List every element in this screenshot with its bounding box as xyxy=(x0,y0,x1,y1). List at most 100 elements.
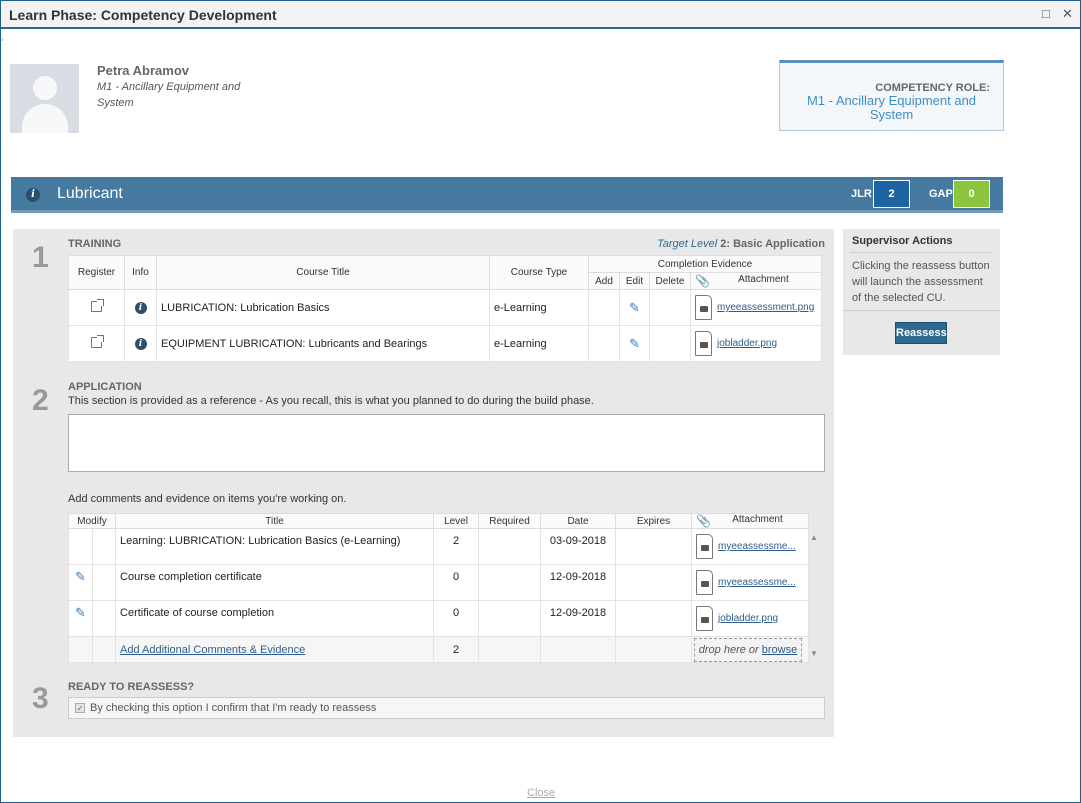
col-info: Info xyxy=(124,255,157,290)
table-row: i EQUIPMENT LUBRICATION: Lubricants and … xyxy=(68,325,822,362)
info-icon[interactable]: i xyxy=(134,302,147,314)
ready-checkbox-row: ✓ By checking this option I confirm that… xyxy=(68,697,825,719)
evidence-date: 12-09-2018 xyxy=(540,600,617,637)
file-drop-zone[interactable]: drop here or browse xyxy=(694,637,803,662)
target-level: Target Level 2: Basic Application xyxy=(657,238,825,250)
attachment-link[interactable]: jobladder.png xyxy=(718,613,778,624)
evidence-level: 0 xyxy=(433,600,480,637)
divider xyxy=(843,310,1000,311)
external-link-icon[interactable] xyxy=(91,298,104,312)
empty-cell xyxy=(615,636,693,663)
table-row: Learning: LUBRICATION: Lubrication Basic… xyxy=(68,528,810,565)
dialog-window: Learn Phase: Competency Development □ ✕ … xyxy=(0,0,1081,803)
evidence-required xyxy=(478,600,542,637)
attachment-link[interactable]: myeeassessment.png xyxy=(717,302,814,313)
external-link-icon[interactable] xyxy=(91,334,104,348)
add-cell xyxy=(588,325,620,362)
pencil-icon[interactable]: ✎ xyxy=(629,336,640,351)
attachment-link[interactable]: myeeassessme... xyxy=(718,577,796,588)
col-expires: Expires xyxy=(615,513,693,529)
attachment-cell: myeeassessment.png xyxy=(690,289,822,326)
scroll-up-arrow-icon[interactable]: ▲ xyxy=(808,533,820,542)
attachment-cell: myeeassessme... xyxy=(691,564,810,601)
comments-note: Add comments and evidence on items you'r… xyxy=(68,493,347,505)
course-title: EQUIPMENT LUBRICATION: Lubricants and Be… xyxy=(156,325,490,362)
supervisor-actions-title: Supervisor Actions xyxy=(852,235,953,247)
application-plan-textarea[interactable] xyxy=(68,414,825,472)
pencil-icon[interactable]: ✎ xyxy=(75,569,86,584)
modify-cell xyxy=(68,636,93,663)
evidence-level: 0 xyxy=(433,564,480,601)
col-register: Register xyxy=(68,255,125,290)
course-title: LUBRICATION: Lubrication Basics xyxy=(156,289,490,326)
jlr-label: JLR xyxy=(851,188,872,200)
file-image-icon xyxy=(695,295,712,320)
pencil-icon[interactable]: ✎ xyxy=(629,300,640,315)
paperclip-icon: 📎 xyxy=(696,514,711,528)
delete-cell xyxy=(649,289,691,326)
edge-marker: ◦ xyxy=(1,35,4,44)
supervisor-actions-text: Clicking the reassess button will launch… xyxy=(852,260,990,304)
evidence-expires xyxy=(615,528,693,565)
ready-checkbox[interactable]: ✓ xyxy=(75,703,85,713)
evidence-title: Course completion certificate xyxy=(115,564,435,601)
file-image-icon xyxy=(696,606,714,631)
col-modify: Modify xyxy=(67,513,117,529)
modify-cell xyxy=(91,636,117,663)
step-1-number: 1 xyxy=(32,241,49,274)
cu-header-bar: i Lubricant JLR 2 GAP 0 xyxy=(11,177,1003,213)
table-row: ✎ Course completion certificate 0 12-09-… xyxy=(68,564,810,601)
col-delete: Delete xyxy=(649,272,691,290)
close-link[interactable]: Close xyxy=(527,787,555,799)
info-icon[interactable]: i xyxy=(134,338,147,350)
user-name: Petra Abramov xyxy=(97,63,189,78)
browse-link[interactable]: browse xyxy=(762,644,797,656)
empty-cell xyxy=(478,636,542,663)
add-comments-evidence-link[interactable]: Add Additional Comments & Evidence xyxy=(120,644,305,656)
evidence-expires xyxy=(615,600,693,637)
scroll-down-arrow-icon[interactable]: ▼ xyxy=(808,649,820,658)
pencil-icon[interactable]: ✎ xyxy=(75,605,86,620)
cu-title: Lubricant xyxy=(57,185,123,202)
window-title: Learn Phase: Competency Development xyxy=(9,7,277,23)
attachment-cell: jobladder.png xyxy=(690,325,822,362)
attachment-link[interactable]: jobladder.png xyxy=(717,338,777,349)
course-type: e-Learning xyxy=(489,289,589,326)
training-heading: TRAINING xyxy=(68,238,122,250)
col-completion-evidence: Completion Evidence xyxy=(588,255,822,273)
target-level-label: Target Level xyxy=(657,238,718,250)
paperclip-icon: 📎 xyxy=(695,274,710,288)
attachment-link[interactable]: myeeassessme... xyxy=(718,541,796,552)
evidence-table: Modify Title Level Required Date Expires… xyxy=(67,513,810,663)
evidence-required xyxy=(478,564,542,601)
competency-role-value: M1 - Ancillary Equipment and System xyxy=(806,93,977,122)
main-panel: 1 TRAINING Target Level 2: Basic Applica… xyxy=(13,229,834,737)
modify-cell xyxy=(91,564,117,601)
avatar-body xyxy=(22,104,68,133)
modify-cell xyxy=(91,600,117,637)
table-row: ✎ Certificate of course completion 0 12-… xyxy=(68,600,810,637)
target-level-value: 2: Basic Application xyxy=(720,238,825,250)
modify-cell xyxy=(91,528,117,565)
evidence-expires xyxy=(615,564,693,601)
step-2-number: 2 xyxy=(32,384,49,417)
close-icon[interactable]: ✕ xyxy=(1062,6,1073,22)
evidence-title: Certificate of course completion xyxy=(115,600,435,637)
col-attachment: 📎 Attachment xyxy=(691,513,810,529)
application-heading: APPLICATION xyxy=(68,381,142,393)
reassess-button[interactable]: Reassess xyxy=(895,322,947,344)
user-role: M1 - Ancillary Equipment and System xyxy=(97,81,241,109)
evidence-level: 2 xyxy=(433,528,480,565)
file-image-icon xyxy=(696,570,714,595)
col-attachment: 📎 Attachment xyxy=(690,272,822,290)
col-edit: Edit xyxy=(619,272,650,290)
divider xyxy=(850,252,993,253)
col-required: Required xyxy=(478,513,542,529)
jlr-value: 2 xyxy=(873,180,910,208)
add-evidence-level: 2 xyxy=(433,636,480,663)
file-image-icon xyxy=(695,331,712,356)
training-table: Register Info Course Title Course Type C… xyxy=(68,255,822,362)
maximize-icon[interactable]: □ xyxy=(1042,6,1050,21)
attachment-cell: myeeassessme... xyxy=(691,528,810,565)
info-icon[interactable]: i xyxy=(26,188,40,202)
